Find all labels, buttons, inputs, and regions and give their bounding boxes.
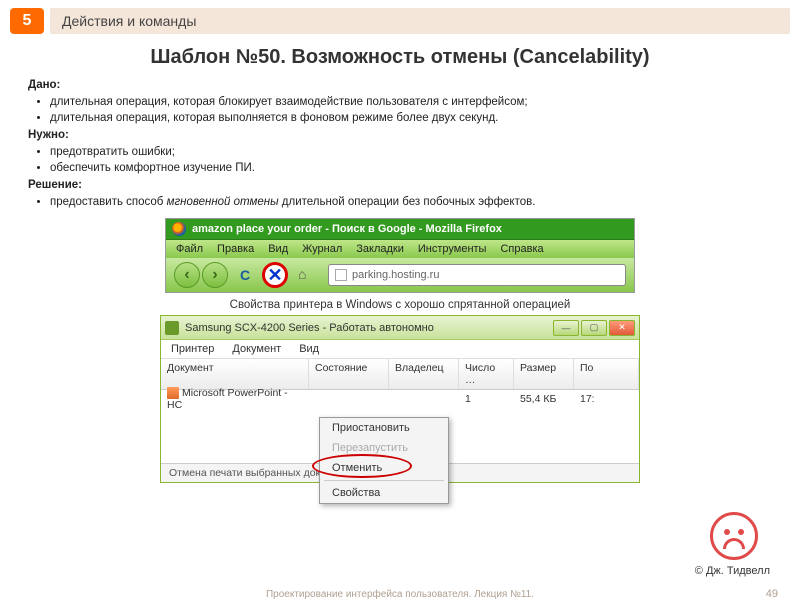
solution-item: предоставить способ мгновенной отмены дл… (50, 194, 772, 211)
doc-size: 55,4 КБ (514, 393, 574, 405)
menu-help[interactable]: Справка (500, 243, 543, 255)
body-text: Дано: длительная операция, которая блоки… (28, 77, 772, 210)
firefox-screenshot: amazon place your order - Поиск в Google… (165, 218, 635, 293)
credit-text: © Дж. Тидвелл (695, 564, 770, 578)
section-title: Действия и команды (50, 8, 790, 34)
printer-screenshot: Samsung SCX-4200 Series - Работать автон… (160, 315, 640, 483)
printer-window-title: Samsung SCX-4200 Series - Работать автон… (185, 322, 547, 334)
menu-tools[interactable]: Инструменты (418, 243, 487, 255)
menu-file[interactable]: Файл (176, 243, 203, 255)
need-list: предотвратить ошибки; обеспечить комфорт… (50, 144, 772, 177)
url-text: parking.hosting.ru (352, 269, 439, 281)
menu-view[interactable]: Вид (299, 343, 319, 355)
reload-button[interactable]: C (235, 265, 255, 285)
col-document[interactable]: Документ (161, 359, 309, 389)
sad-face-icon (710, 512, 758, 560)
firefox-menubar: Файл Правка Вид Журнал Закладки Инструме… (166, 240, 634, 258)
column-headers: Документ Состояние Владелец Число … Разм… (161, 359, 639, 390)
need-label: Нужно: (28, 129, 69, 141)
col-pages[interactable]: По (574, 359, 639, 389)
firefox-titlebar: amazon place your order - Поиск в Google… (166, 219, 634, 240)
doc-count: 1 (459, 393, 514, 405)
slide-header: 5 Действия и команды (10, 8, 790, 34)
back-button[interactable]: ‹ (174, 262, 200, 288)
address-bar[interactable]: parking.hosting.ru (328, 264, 626, 286)
doc-name: Microsoft PowerPoint - НС (167, 387, 288, 411)
footer-text: Проектирование интерфейса пользователя. … (0, 589, 800, 600)
printer-caption: Свойства принтера в Windows с хорошо спр… (0, 299, 800, 311)
ctx-restart: Перезапустить (320, 438, 448, 458)
menu-view[interactable]: Вид (268, 243, 288, 255)
given-item: длительная операция, которая выполняется… (50, 110, 772, 127)
ctx-cancel[interactable]: Отменить (320, 458, 448, 478)
menu-document[interactable]: Документ (232, 343, 281, 355)
ctx-pause[interactable]: Приостановить (320, 418, 448, 438)
page-number: 49 (766, 588, 778, 600)
solution-label: Решение: (28, 179, 82, 191)
doc-pages: 17: (574, 393, 639, 405)
given-label: Дано: (28, 79, 60, 91)
solution-list: предоставить способ мгновенной отмены дл… (50, 194, 772, 211)
ctx-props[interactable]: Свойства (320, 483, 448, 503)
chapter-badge: 5 (10, 8, 44, 34)
close-icon: ✕ (267, 266, 282, 284)
minimize-button[interactable]: — (553, 320, 579, 336)
home-icon[interactable]: ⌂ (298, 266, 316, 284)
close-button[interactable]: ✕ (609, 320, 635, 336)
col-owner[interactable]: Владелец (389, 359, 459, 389)
firefox-window-title: amazon place your order - Поиск в Google… (192, 223, 502, 235)
separator (324, 480, 444, 481)
forward-button[interactable]: › (202, 262, 228, 288)
menu-printer[interactable]: Принтер (171, 343, 214, 355)
firefox-toolbar: ‹ › C ✕ ⌂ parking.hosting.ru (166, 258, 634, 292)
favicon-placeholder (335, 269, 347, 281)
need-item: обеспечить комфортное изучение ПИ. (50, 160, 772, 177)
firefox-icon (172, 222, 186, 236)
page-title: Шаблон №50. Возможность отмены (Cancelab… (0, 46, 800, 69)
printer-menubar: Принтер Документ Вид (161, 340, 639, 359)
given-item: длительная операция, которая блокирует в… (50, 94, 772, 111)
printer-titlebar: Samsung SCX-4200 Series - Работать автон… (161, 316, 639, 340)
col-count[interactable]: Число … (459, 359, 514, 389)
col-state[interactable]: Состояние (309, 359, 389, 389)
document-icon (167, 387, 179, 399)
stop-button[interactable]: ✕ (262, 262, 288, 288)
menu-edit[interactable]: Правка (217, 243, 254, 255)
col-size[interactable]: Размер (514, 359, 574, 389)
printer-icon (165, 321, 179, 335)
menu-history[interactable]: Журнал (302, 243, 342, 255)
given-list: длительная операция, которая блокирует в… (50, 94, 772, 127)
maximize-button[interactable]: ▢ (581, 320, 607, 336)
need-item: предотвратить ошибки; (50, 144, 772, 161)
menu-bookmarks[interactable]: Закладки (356, 243, 404, 255)
print-job-row[interactable]: Microsoft PowerPoint - НС 1 55,4 КБ 17: (161, 390, 639, 408)
context-menu: Приостановить Перезапустить Отменить Сво… (319, 417, 449, 504)
